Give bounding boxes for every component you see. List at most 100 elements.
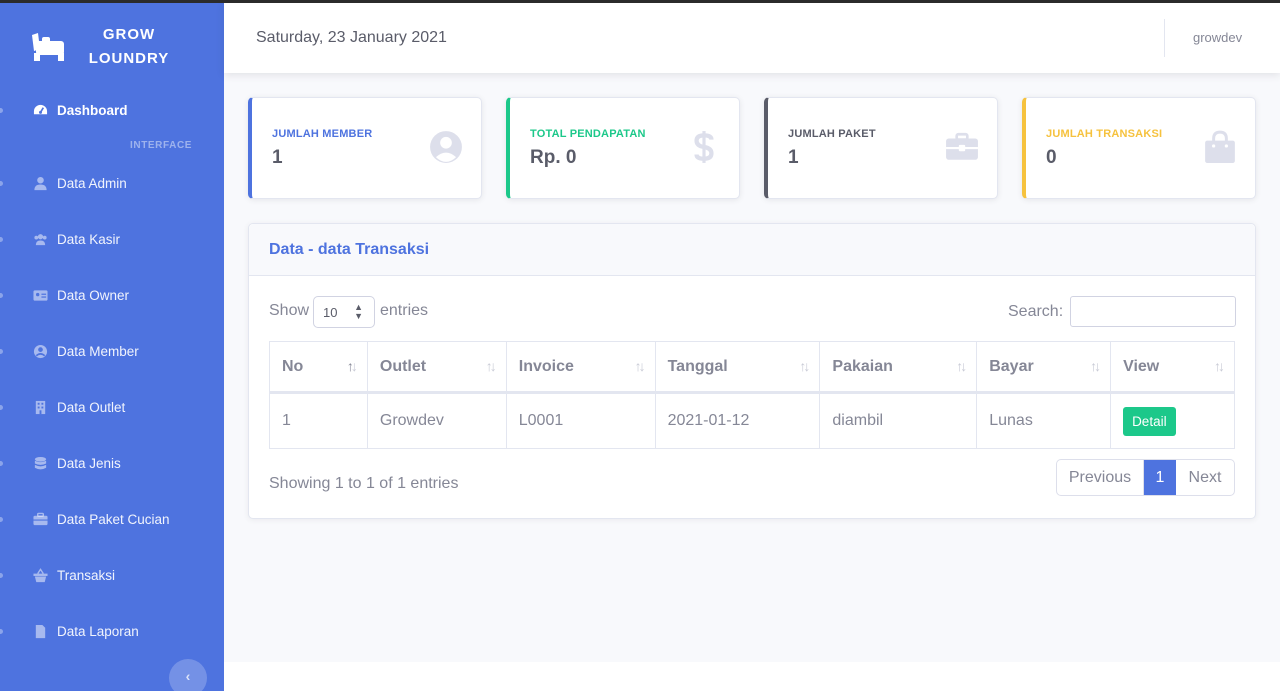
nav-dot <box>0 573 3 578</box>
table-info: Showing 1 to 1 of 1 entries <box>269 475 459 492</box>
sidebar-item-data-admin[interactable]: Data Admin <box>0 169 224 199</box>
cell-outlet: Growdev <box>366 392 507 449</box>
panel-header: Data - data Transaksi <box>249 224 1255 276</box>
pagination-page-current[interactable]: 1 <box>1144 460 1176 495</box>
card-value: 1 <box>272 147 283 168</box>
file-icon <box>35 624 46 639</box>
sidebar-item-data-outlet[interactable]: Data Outlet <box>0 393 224 423</box>
cell-no: 1 <box>269 392 368 449</box>
shopping-bag-icon <box>1205 130 1235 163</box>
cell-view: Detail <box>1110 392 1235 449</box>
search-input[interactable] <box>1070 296 1236 327</box>
card-title: TOTAL PENDAPATAN <box>530 128 646 140</box>
dollar-icon <box>694 131 714 163</box>
sidebar-item-label: Data Jenis <box>57 456 121 471</box>
footer <box>224 662 1280 691</box>
chevron-left-icon: ‹ <box>185 668 191 684</box>
select-arrows-icon: ▲ ▼ <box>354 302 363 321</box>
page-length-select[interactable]: 10 ▲ ▼ <box>313 296 375 328</box>
user-circle-icon <box>430 131 462 163</box>
card-jumlah-paket: JUMLAH PAKET 1 <box>764 97 998 199</box>
table-row: 1 Growdev L0001 2021-01-12 diambil Lunas… <box>269 392 1235 449</box>
sidebar-item-data-member[interactable]: Data Member <box>0 337 224 367</box>
brand[interactable]: GROW LOUNDRY <box>0 3 224 89</box>
card-jumlah-transaksi: JUMLAH TRANSAKSI 0 <box>1022 97 1256 199</box>
bed-icon <box>32 33 64 61</box>
nav-dot <box>0 349 3 354</box>
id-card-icon <box>33 290 48 301</box>
sort-icon: ↑↓ <box>956 358 967 374</box>
sidebar-toggle-button[interactable]: ‹ <box>169 659 207 691</box>
sidebar-item-label: Data Outlet <box>57 400 126 415</box>
sidebar-item-data-kasir[interactable]: Data Kasir <box>0 225 224 255</box>
search-label: Search: <box>1008 303 1064 320</box>
nav-dot <box>0 181 3 186</box>
col-header-invoice[interactable]: Invoice ↑↓ <box>505 341 656 394</box>
card-title: JUMLAH MEMBER <box>272 128 373 140</box>
sort-icon: ↑↓ <box>1214 358 1225 374</box>
page-length-value: 10 <box>323 305 338 320</box>
sidebar-item-data-laporan[interactable]: Data Laporan <box>0 617 224 647</box>
detail-button[interactable]: Detail <box>1123 406 1176 436</box>
building-icon <box>35 400 46 415</box>
panel-title: Data - data Transaksi <box>269 241 430 258</box>
nav-dot <box>0 293 3 298</box>
nav-dot <box>0 461 3 466</box>
sidebar-item-transaksi[interactable]: Transaksi <box>0 561 224 591</box>
nav-dot <box>0 517 3 522</box>
topbar: Saturday, 23 January 2021 growdev <box>224 3 1280 73</box>
card-jumlah-member: JUMLAH MEMBER 1 <box>248 97 482 199</box>
sidebar-item-label: Dashboard <box>57 103 128 118</box>
col-header-view[interactable]: View ↑↓ <box>1110 341 1235 394</box>
col-header-bayar[interactable]: Bayar ↑↓ <box>976 341 1112 394</box>
sidebar-item-label: Data Paket Cucian <box>57 512 170 527</box>
brand-name: GROW LOUNDRY <box>88 26 170 67</box>
sidebar: GROW LOUNDRY Dashboard INTERFACE Data Ad… <box>0 3 224 691</box>
user-circle-icon <box>33 344 48 359</box>
window-top-border <box>0 0 1280 3</box>
col-header-outlet[interactable]: Outlet ↑↓ <box>366 341 507 394</box>
sidebar-item-label: Data Member <box>57 344 139 359</box>
sort-icon: ↑↓ <box>634 358 646 374</box>
sidebar-item-label: Data Admin <box>57 176 127 191</box>
show-label: Show <box>269 302 310 319</box>
nav-dot <box>0 405 3 410</box>
pagination-previous[interactable]: Previous <box>1057 460 1144 495</box>
card-title: JUMLAH PAKET <box>788 128 876 140</box>
sidebar-item-label: Data Laporan <box>57 624 139 639</box>
transaksi-panel: Data - data Transaksi Show 10 ▲ ▼ entries… <box>248 223 1256 519</box>
transaksi-table: No ↑↓ Outlet ↑↓ Invoice ↑↓ Tanggal ↑↓ Pakaia… <box>269 341 1235 449</box>
col-header-tanggal[interactable]: Tanggal ↑↓ <box>654 341 821 394</box>
user-icon <box>34 176 47 191</box>
card-value: Rp. 0 <box>530 147 577 168</box>
col-header-pakaian[interactable]: Pakaian ↑↓ <box>819 341 978 394</box>
card-value: 1 <box>788 147 799 168</box>
pagination: Previous 1 Next <box>1056 459 1235 496</box>
current-date: Saturday, 23 January 2021 <box>256 29 447 46</box>
card-title: JUMLAH TRANSAKSI <box>1046 128 1163 140</box>
basket-icon <box>33 568 48 583</box>
sidebar-item-label: Data Kasir <box>57 232 121 247</box>
nav-dot <box>0 629 3 634</box>
pagination-next[interactable]: Next <box>1176 460 1234 495</box>
sidebar-item-label: Data Owner <box>57 288 130 303</box>
sort-icon: ↑↓ <box>1090 358 1101 374</box>
card-total-pendapatan: TOTAL PENDAPATAN Rp. 0 <box>506 97 740 199</box>
users-icon <box>34 234 47 246</box>
nav-dot <box>0 108 3 113</box>
sidebar-item-data-paket-cucian[interactable]: Data Paket Cucian <box>0 505 224 535</box>
table-header-row: No ↑↓ Outlet ↑↓ Invoice ↑↓ Tanggal ↑↓ Pakaia… <box>269 341 1235 394</box>
tachometer-icon <box>33 104 48 115</box>
sidebar-item-data-owner[interactable]: Data Owner <box>0 281 224 311</box>
nav-dot <box>0 237 3 242</box>
user-menu[interactable]: growdev <box>1193 30 1242 45</box>
col-header-no[interactable]: No ↑↓ <box>269 341 368 394</box>
topbar-divider <box>1164 19 1165 57</box>
entries-label: entries <box>380 302 429 319</box>
cell-invoice: L0001 <box>505 392 656 449</box>
sidebar-item-data-jenis[interactable]: Data Jenis <box>0 449 224 479</box>
sidebar-heading: INTERFACE <box>130 140 193 151</box>
sidebar-item-dashboard[interactable]: Dashboard <box>0 96 224 126</box>
toolbox-icon <box>946 132 978 160</box>
sidebar-item-label: Transaksi <box>57 568 116 583</box>
